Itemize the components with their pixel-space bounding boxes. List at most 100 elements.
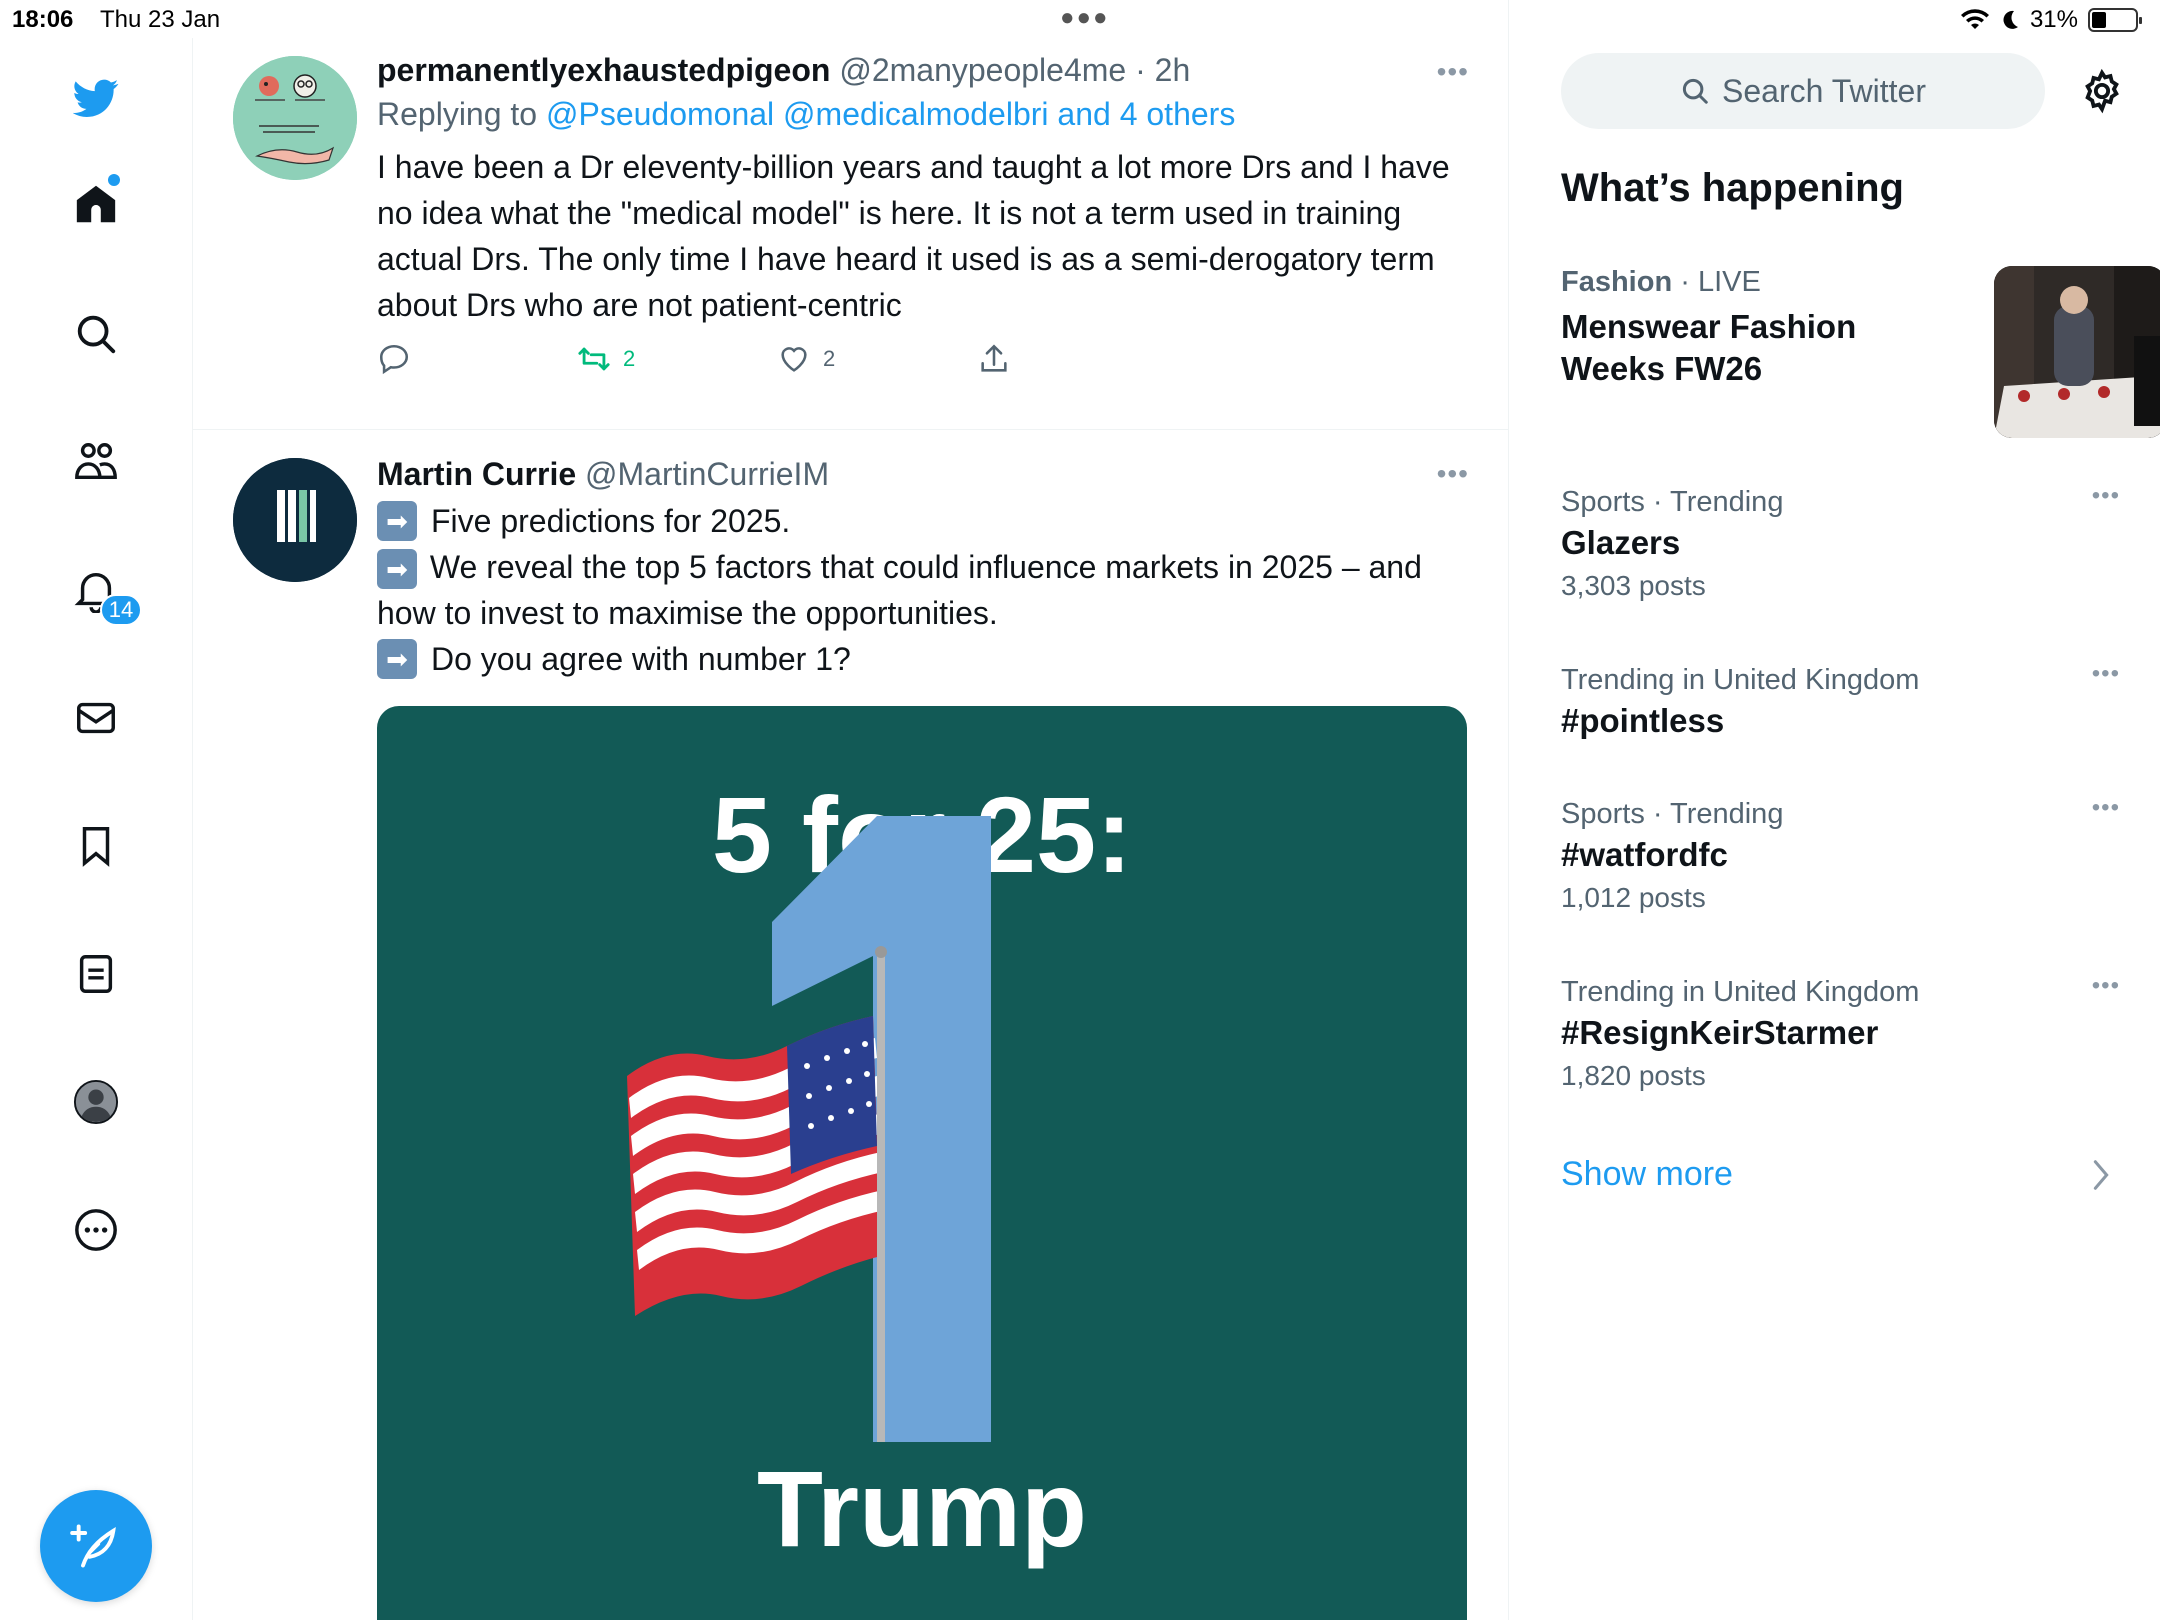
pigeon-avatar-illustration [233,56,357,180]
tweet-text: I have been a Dr eleventy-billion years … [377,149,1450,323]
replying-to: Replying to @Pseudomonal @medicalmodelbr… [377,90,1469,138]
tweet-body: Martin Currie @MartinCurrieIM ➡ Five pre… [377,454,1469,682]
media-caption: Trump [756,1448,1087,1569]
trend-item[interactable]: Sports · Trending ••• Glazers 3,303 post… [1561,482,2120,608]
tweet-header: Martin Currie @MartinCurrieIM [377,454,1469,494]
trend-meta: Trending in United Kingdom [1561,976,1920,1008]
tweet-line: ➡ Five predictions for 2025. [377,498,1469,544]
tweet-line-text: Five predictions for 2025. [431,503,791,539]
more-icon[interactable] [64,1198,128,1262]
tweet-more-button[interactable]: ••• [1437,56,1469,88]
tweet-text: ➡ Five predictions for 2025. ➡ We reveal… [377,498,1469,682]
trend-meta: Sports · Trending [1561,486,1784,518]
profile-icon[interactable] [64,1070,128,1134]
trend-title: Glazers [1561,524,1681,561]
whats-happening-title: What’s happening [1561,166,1904,210]
trend-category: Fashion [1561,266,1673,298]
right-arrow-emoji-icon: ➡ [377,639,417,679]
notifications-badge: 14 [100,594,142,626]
retweet-icon [578,347,610,371]
battery-percent: 31% [2029,6,2078,33]
compose-feather-icon [70,1524,116,1568]
author-handle[interactable]: @2manypeople4me [839,52,1126,88]
trend-meta: Sports · Trending [1561,798,1784,830]
martin-currie-logo [233,458,357,582]
avatar[interactable] [233,56,357,180]
status-right: 31% [1960,6,2142,34]
replying-links[interactable]: @Pseudomonal @medicalmodelbri and 4 othe… [546,96,1235,132]
like-button[interactable]: 2 [777,342,835,376]
wifi-icon [1960,9,1989,29]
trend-more-button[interactable]: ••• [2092,794,2120,822]
american-flag-icon [627,1016,885,1316]
fashion-photo [1994,266,2160,438]
twitter-bird-icon[interactable] [64,66,128,130]
messages-icon[interactable] [64,686,128,750]
search-placeholder: Search Twitter [1722,72,1926,109]
tweet-line-text: Do you agree with number 1? [431,641,851,677]
trend-count: 3,303 posts [1561,570,1706,601]
right-arrow-emoji-icon: ➡ [377,549,417,589]
author-name[interactable]: Martin Currie [377,456,576,492]
trend-title: #ResignKeirStarmer [1561,1014,1879,1051]
author-name[interactable]: permanentlyexhaustedpigeon [377,52,830,88]
lists-icon[interactable] [64,942,128,1006]
status-time: 18:06 [12,6,74,33]
bookmarks-icon[interactable] [64,814,128,878]
compose-tweet-button[interactable] [40,1490,152,1602]
retweet-count: 2 [623,346,636,371]
tweet-header: permanentlyexhaustedpigeon @2manypeople4… [377,50,1469,90]
share-icon [981,344,1007,372]
trend-item[interactable]: Trending in United Kingdom ••• #pointles… [1561,660,2120,742]
trend-more-button[interactable]: ••• [2092,972,2120,1000]
tweet-line: ➡ Do you agree with number 1? [377,636,1469,682]
tweet-body: permanentlyexhaustedpigeon @2manypeople4… [377,50,1469,398]
tweet[interactable]: permanentlyexhaustedpigeon @2manypeople4… [193,0,1508,430]
tweet-time[interactable]: 2h [1155,52,1191,88]
tweet-more-button[interactable]: ••• [1437,458,1469,490]
share-button[interactable] [977,342,1011,376]
header-separator: · [1126,52,1155,88]
trend-title: #watfordfc [1561,836,1728,873]
trend-item[interactable]: Sports · Trending ••• #watfordfc 1,012 p… [1561,794,2120,920]
moon-icon [2003,10,2018,29]
like-count: 2 [823,346,836,371]
trend-separator: · [1672,266,1698,298]
tweet-actions: 2 2 [377,342,1469,398]
tweet-line: ➡ We reveal the top 5 factors that could… [377,544,1469,636]
tweet-line-text: We reveal the top 5 factors that could i… [377,549,1422,631]
avatar[interactable] [233,458,357,582]
trend-title: Menswear Fashion Weeks FW26 [1561,308,1857,387]
search-icon[interactable] [64,302,128,366]
battery-icon [2088,8,2142,32]
search-icon [1682,78,1708,104]
trend-more-button[interactable]: ••• [2092,660,2120,688]
search-input[interactable]: Search Twitter [1561,53,2045,129]
communities-icon[interactable] [64,430,128,494]
trend-count: 1,820 posts [1561,1060,1706,1091]
trend-item[interactable]: Trending in United Kingdom ••• #ResignKe… [1561,972,2120,1098]
heart-icon [781,347,807,372]
show-more-link[interactable]: Show more [1561,1155,1733,1194]
flagpole [877,956,885,1442]
author-handle[interactable]: @MartinCurrieIM [585,456,829,492]
trend-more-button[interactable]: ••• [2092,482,2120,510]
trend-count: 1,012 posts [1561,882,1706,913]
right-arrow-emoji-icon: ➡ [377,501,417,541]
trend-item[interactable]: Fashion · LIVE Menswear Fashion Weeks FW… [1561,262,2160,462]
tweet-media-image[interactable]: 5 for 25: Trump [377,706,1467,1620]
settings-gear-icon[interactable] [2079,68,2125,114]
home-unread-dot [108,174,120,186]
trend-meta: Trending in United Kingdom [1561,664,1920,696]
trend-title: #pointless [1561,702,1725,739]
left-nav: 14 [0,38,193,1620]
reply-button[interactable] [377,342,411,376]
trend-live: LIVE [1697,266,1761,298]
replying-prefix: Replying to [377,96,546,132]
timeline[interactable]: permanentlyexhaustedpigeon @2manypeople4… [193,0,1509,1620]
reply-icon [379,344,409,375]
chevron-right-icon[interactable] [2091,1158,2111,1192]
trend-thumbnail[interactable] [1994,266,2160,438]
right-sidebar: Search Twitter What’s happening Fashion … [1509,38,2160,1620]
retweet-button[interactable]: 2 [577,342,635,376]
